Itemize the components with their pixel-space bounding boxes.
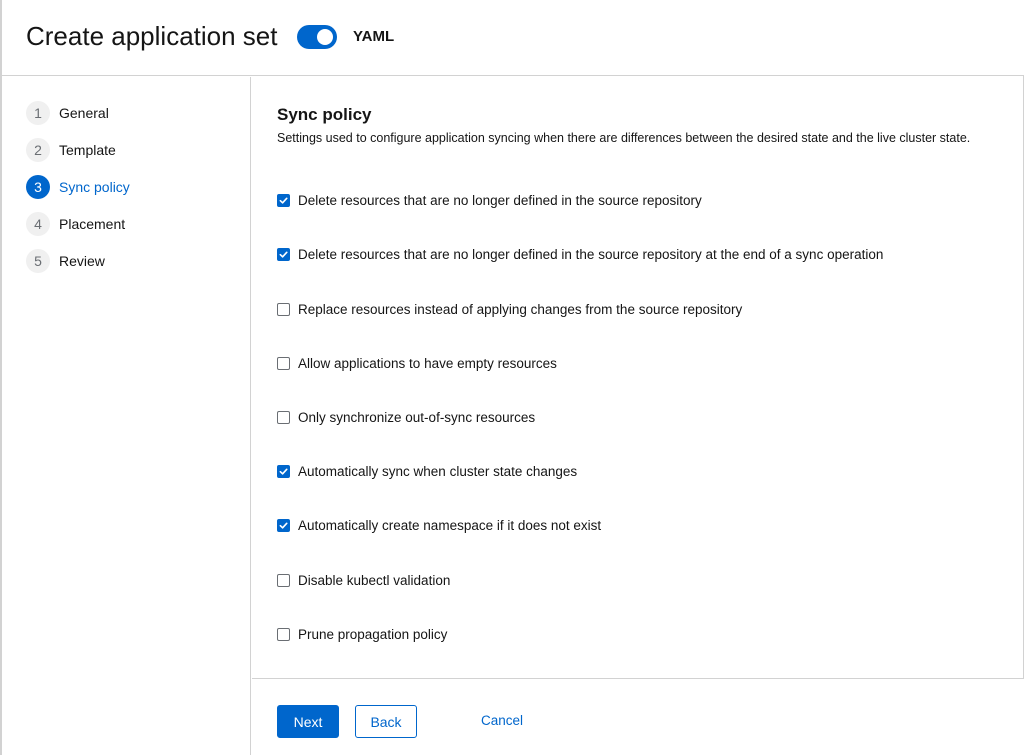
option-auto-create-namespace[interactable]: Automatically create namespace if it doe… <box>277 515 601 535</box>
option-label: Automatically create namespace if it doe… <box>298 517 602 533</box>
checkbox[interactable] <box>277 627 290 641</box>
toggle-knob <box>317 29 333 45</box>
page-header: Create application set YAML <box>2 0 1024 76</box>
option-label: Allow applications to have empty resourc… <box>298 355 557 371</box>
checkmark-icon <box>279 197 288 204</box>
cancel-button[interactable]: Cancel <box>472 705 532 735</box>
next-button[interactable]: Next <box>277 705 339 738</box>
yaml-toggle-label: YAML <box>353 28 395 45</box>
option-replace-resources[interactable]: Replace resources instead of applying ch… <box>277 299 742 319</box>
checkmark-icon <box>279 251 288 258</box>
step-number: 2 <box>26 138 50 162</box>
checkbox[interactable] <box>277 356 290 370</box>
option-prune-propagation-policy[interactable]: Prune propagation policy <box>277 624 447 644</box>
step-number: 5 <box>26 249 50 273</box>
wizard-footer: Next Back Cancel <box>252 678 1024 755</box>
option-delete-resources-end-of-sync[interactable]: Delete resources that are no longer defi… <box>277 244 883 264</box>
sync-policy-form: Sync policy Settings used to configure a… <box>252 77 1024 755</box>
checkmark-icon <box>279 468 288 475</box>
wizard-step-general[interactable]: 1 General <box>26 101 109 125</box>
option-allow-empty-resources[interactable]: Allow applications to have empty resourc… <box>277 353 557 373</box>
option-label: Replace resources instead of applying ch… <box>298 301 743 317</box>
option-auto-sync[interactable]: Automatically sync when cluster state ch… <box>277 461 577 481</box>
wizard-step-template[interactable]: 2 Template <box>26 138 116 162</box>
section-title: Sync policy <box>277 105 372 124</box>
checkbox[interactable] <box>277 464 290 478</box>
step-label: Placement <box>59 216 126 232</box>
option-sync-out-of-sync-only[interactable]: Only synchronize out-of-sync resources <box>277 407 535 427</box>
section-description: Settings used to configure application s… <box>277 131 971 145</box>
option-label: Delete resources that are no longer defi… <box>298 246 884 262</box>
checkbox[interactable] <box>277 302 290 316</box>
checkbox[interactable] <box>277 573 290 587</box>
step-number: 1 <box>26 101 50 125</box>
yaml-toggle-switch[interactable] <box>297 25 337 49</box>
create-application-set-page: Create application set YAML 1 General 2 … <box>0 0 1024 755</box>
step-number: 4 <box>26 212 50 236</box>
page-title: Create application set <box>26 21 278 51</box>
step-number: 3 <box>26 175 50 199</box>
wizard-nav: 1 General 2 Template 3 Sync policy 4 Pla… <box>2 77 251 755</box>
checkbox[interactable] <box>277 518 290 532</box>
option-label: Disable kubectl validation <box>298 572 451 588</box>
step-label: Template <box>59 142 116 158</box>
checkbox[interactable] <box>277 247 290 261</box>
step-label: Sync policy <box>59 179 130 195</box>
wizard-step-sync-policy[interactable]: 3 Sync policy <box>26 175 130 199</box>
option-label: Automatically sync when cluster state ch… <box>298 463 578 479</box>
step-label: General <box>59 105 109 121</box>
back-button[interactable]: Back <box>355 705 417 738</box>
wizard-step-placement[interactable]: 4 Placement <box>26 212 125 236</box>
wizard-step-review[interactable]: 5 Review <box>26 249 105 273</box>
checkbox[interactable] <box>277 193 290 207</box>
option-disable-kubectl-validation[interactable]: Disable kubectl validation <box>277 570 450 590</box>
option-label: Delete resources that are no longer defi… <box>298 192 702 208</box>
step-label: Review <box>59 253 105 269</box>
checkmark-icon <box>279 522 288 529</box>
option-delete-resources[interactable]: Delete resources that are no longer defi… <box>277 190 702 210</box>
checkbox[interactable] <box>277 410 290 424</box>
option-label: Only synchronize out-of-sync resources <box>298 409 536 425</box>
option-label: Prune propagation policy <box>298 626 448 642</box>
